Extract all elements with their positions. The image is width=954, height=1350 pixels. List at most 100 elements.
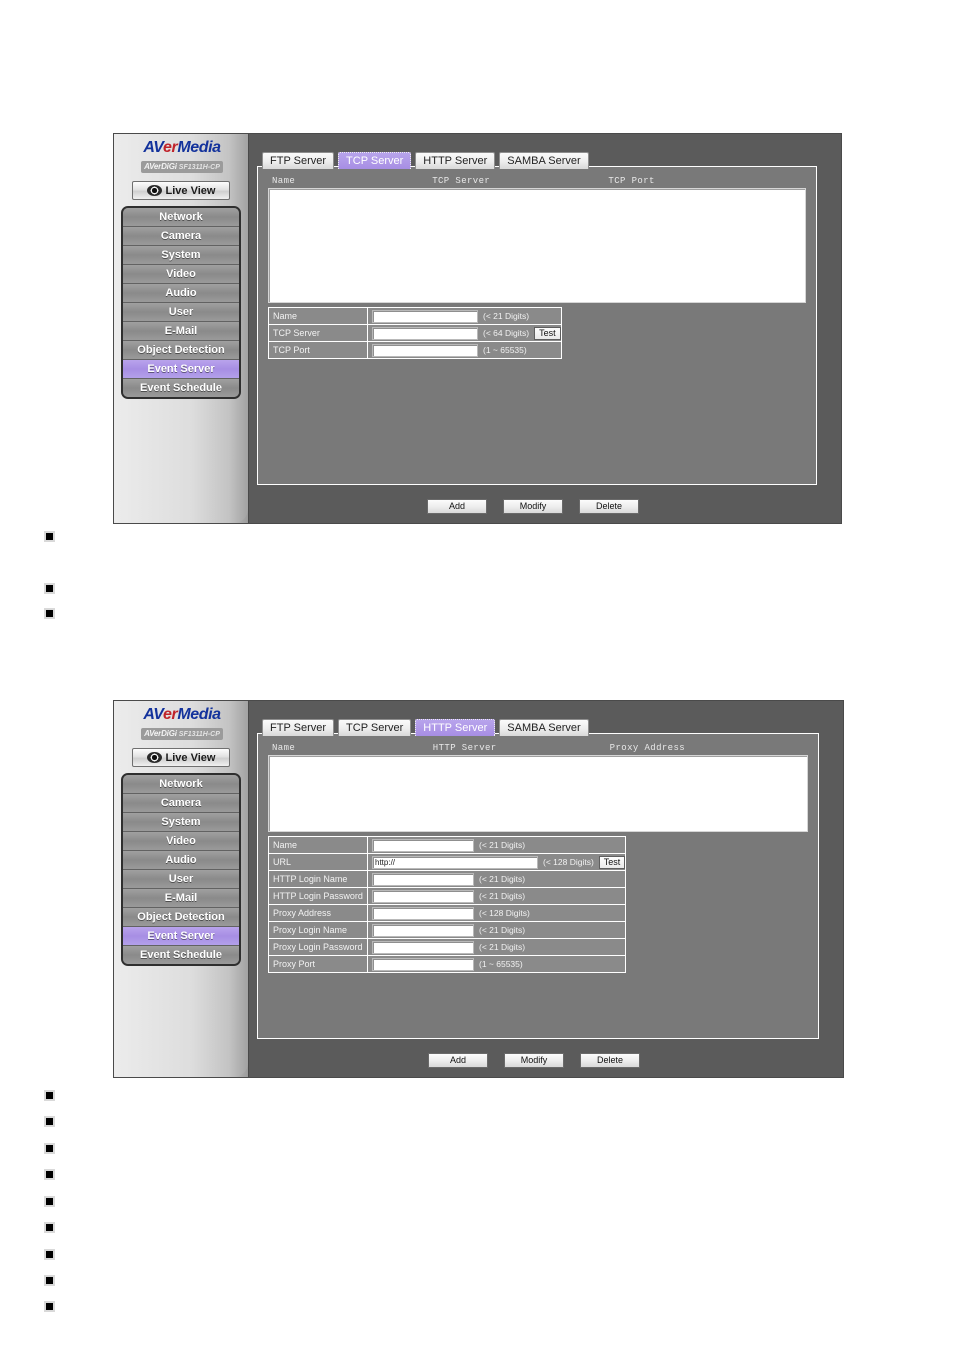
- tcp-port-input[interactable]: [372, 343, 478, 357]
- eye-icon: [146, 752, 162, 763]
- tab-ftp-server[interactable]: FTP Server: [262, 152, 335, 169]
- sidebar-item-object-detection[interactable]: Object Detection: [123, 341, 239, 360]
- tab-bar: FTP Server TCP Server HTTP Server SAMBA …: [262, 151, 593, 169]
- form-row-url: URL http:// (< 128 Digits) Test: [268, 853, 627, 871]
- sidebar-item-event-schedule[interactable]: Event Schedule: [123, 379, 239, 397]
- sidebar-item-network[interactable]: Network: [123, 208, 239, 227]
- name-hint: (< 21 Digits): [483, 311, 530, 321]
- proxy-address-input[interactable]: [372, 906, 474, 920]
- form-row-proxy-port: Proxy Port (1 ~ 65535): [268, 955, 627, 973]
- label-proxy-login-password: Proxy Login Password: [268, 938, 368, 956]
- form-row-name: Name (< 21 Digits): [268, 836, 627, 854]
- field-cell-name: (< 21 Digits): [367, 307, 562, 325]
- proxy-login-name-hint: (< 21 Digits): [479, 925, 526, 935]
- field-cell-proxy-address: (< 128 Digits): [366, 904, 627, 922]
- field-cell-tcp-server: (< 64 Digits) Test: [367, 324, 562, 342]
- field-cell-proxy-port: (1 ~ 65535): [366, 955, 627, 973]
- tab-tcp-server[interactable]: TCP Server: [338, 719, 412, 736]
- screenshot-figure-tcp-server: AVerMedia AVerDiGi SF1311H-CP Live View …: [113, 133, 842, 524]
- navigation-column: AVerMedia AVerDiGi SF1311H-CP Live View …: [114, 134, 249, 523]
- bullet-marker: [44, 1143, 55, 1154]
- add-button[interactable]: Add: [428, 1053, 488, 1068]
- sidebar-item-camera[interactable]: Camera: [123, 794, 239, 813]
- sidebar-item-audio[interactable]: Audio: [123, 284, 239, 303]
- tab-http-server[interactable]: HTTP Server: [415, 719, 496, 736]
- eye-icon: [146, 185, 162, 196]
- name-input[interactable]: [372, 838, 474, 852]
- brand-logo-2: AVerMedia AVerDiGi SF1311H-CP: [114, 701, 248, 743]
- live-view-label-2: Live View: [165, 751, 216, 764]
- sidebar-item-camera[interactable]: Camera: [123, 227, 239, 246]
- bullet-marker: [44, 1222, 55, 1233]
- form-row-name: Name (< 21 Digits): [268, 307, 562, 325]
- sidebar-item-event-schedule[interactable]: Event Schedule: [123, 946, 239, 964]
- delete-button[interactable]: Delete: [580, 1053, 640, 1068]
- http-login-password-hint: (< 21 Digits): [479, 891, 526, 901]
- column-header-tcp-port: TCP Port: [608, 176, 655, 186]
- http-login-name-input[interactable]: [372, 872, 474, 886]
- tab-samba-server[interactable]: SAMBA Server: [499, 152, 589, 169]
- sidebar-item-system[interactable]: System: [123, 246, 239, 265]
- tab-ftp-server[interactable]: FTP Server: [262, 719, 335, 736]
- sidebar-item-video[interactable]: Video: [123, 265, 239, 284]
- sidebar-item-audio[interactable]: Audio: [123, 851, 239, 870]
- delete-button[interactable]: Delete: [579, 499, 639, 514]
- bullet-marker: [44, 1275, 55, 1286]
- list-column-headers: Name TCP Server TCP Port: [268, 175, 806, 188]
- tab-samba-server[interactable]: SAMBA Server: [499, 719, 589, 736]
- action-button-row-2: Add Modify Delete: [249, 1053, 819, 1068]
- form-row-tcp-server: TCP Server (< 64 Digits) Test: [268, 324, 562, 342]
- label-tcp-server: TCP Server: [268, 324, 368, 342]
- proxy-port-hint: (1 ~ 65535): [479, 959, 523, 969]
- tab-http-server[interactable]: HTTP Server: [415, 152, 496, 169]
- server-list-box[interactable]: [268, 188, 806, 303]
- form-row-proxy-address: Proxy Address (< 128 Digits): [268, 904, 627, 922]
- bullet-marker: [44, 1196, 55, 1207]
- add-button[interactable]: Add: [427, 499, 487, 514]
- modify-button[interactable]: Modify: [503, 499, 563, 514]
- http-login-name-hint: (< 21 Digits): [479, 874, 526, 884]
- name-input[interactable]: [372, 309, 478, 323]
- sidebar-item-user[interactable]: User: [123, 870, 239, 889]
- sidebar-item-network[interactable]: Network: [123, 775, 239, 794]
- live-view-button[interactable]: Live View: [132, 181, 230, 200]
- sidebar-item-email[interactable]: E-Mail: [123, 322, 239, 341]
- bullet-marker: [44, 1301, 55, 1312]
- form-row-proxy-login-password: Proxy Login Password (< 21 Digits): [268, 938, 627, 956]
- sidebar-item-object-detection[interactable]: Object Detection: [123, 908, 239, 927]
- sidebar-item-user[interactable]: User: [123, 303, 239, 322]
- test-button[interactable]: Test: [534, 326, 561, 340]
- url-input[interactable]: http://: [372, 855, 538, 869]
- bullet-marker: [44, 531, 55, 542]
- server-list-box-2[interactable]: [268, 755, 808, 832]
- sidebar-item-system[interactable]: System: [123, 813, 239, 832]
- settings-panel: Name TCP Server TCP Port Name (< 21 Digi…: [257, 166, 817, 485]
- field-cell-name: (< 21 Digits): [366, 836, 627, 854]
- server-list-section-2: Name HTTP Server Proxy Address: [268, 742, 808, 832]
- action-button-row: Add Modify Delete: [249, 499, 817, 514]
- content-area-2: FTP Server TCP Server HTTP Server SAMBA …: [249, 701, 843, 1077]
- bullet-marker: [44, 1090, 55, 1101]
- sidebar-item-video[interactable]: Video: [123, 832, 239, 851]
- proxy-port-input[interactable]: [372, 957, 474, 971]
- label-http-login-name: HTTP Login Name: [268, 870, 368, 888]
- tab-tcp-server[interactable]: TCP Server: [338, 152, 412, 169]
- tcp-server-form: Name (< 21 Digits) TCP Server (< 64 Digi…: [268, 307, 562, 359]
- server-list-section: Name TCP Server TCP Port: [268, 175, 806, 303]
- sidebar-item-email[interactable]: E-Mail: [123, 889, 239, 908]
- column-header-name: Name: [272, 743, 296, 753]
- test-button[interactable]: Test: [598, 855, 626, 869]
- proxy-login-password-hint: (< 21 Digits): [479, 942, 526, 952]
- form-row-http-login-password: HTTP Login Password (< 21 Digits): [268, 887, 627, 905]
- live-view-button-2[interactable]: Live View: [132, 748, 230, 767]
- proxy-login-name-input[interactable]: [372, 923, 474, 937]
- http-login-password-input[interactable]: [372, 889, 474, 903]
- label-tcp-port: TCP Port: [268, 341, 368, 359]
- column-header-tcp-server: TCP Server: [432, 176, 491, 186]
- column-header-name: Name: [272, 176, 296, 186]
- proxy-login-password-input[interactable]: [372, 940, 474, 954]
- tcp-server-input[interactable]: [372, 326, 478, 340]
- sidebar-item-event-server[interactable]: Event Server: [123, 360, 239, 379]
- modify-button[interactable]: Modify: [504, 1053, 564, 1068]
- sidebar-item-event-server[interactable]: Event Server: [123, 927, 239, 946]
